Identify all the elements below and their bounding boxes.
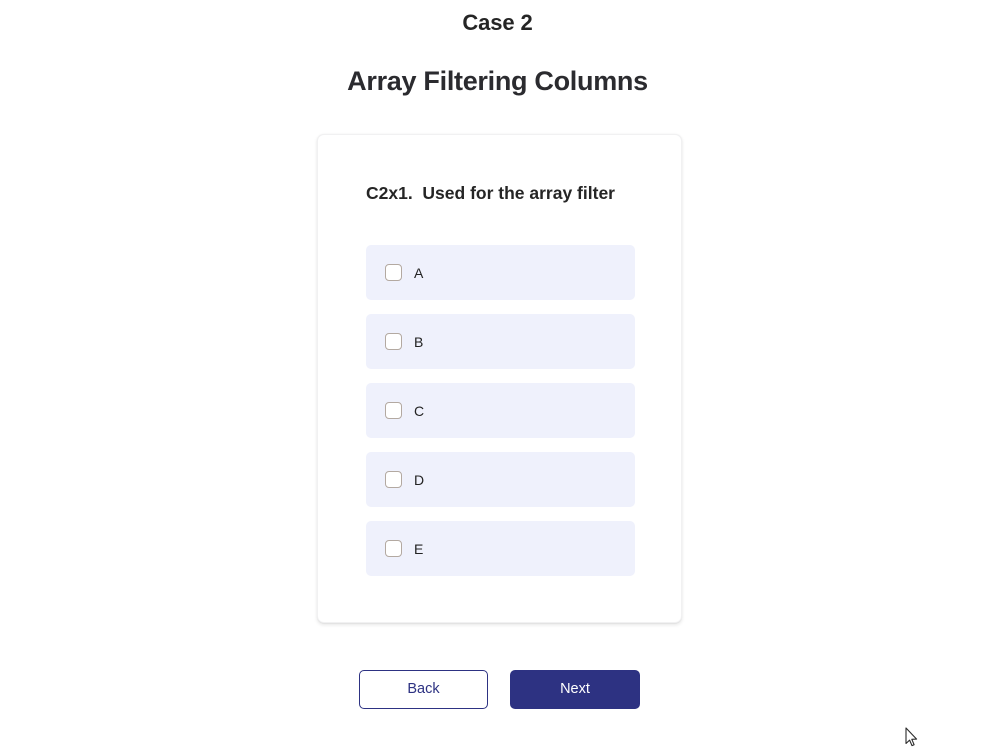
option-row-a[interactable]: A — [366, 245, 635, 300]
checkbox-icon[interactable] — [385, 471, 402, 488]
next-button[interactable]: Next — [510, 670, 640, 709]
option-row-e[interactable]: E — [366, 521, 635, 576]
options-list: A B C D E — [366, 245, 635, 576]
back-button[interactable]: Back — [359, 670, 488, 709]
option-row-d[interactable]: D — [366, 452, 635, 507]
option-row-c[interactable]: C — [366, 383, 635, 438]
option-label: C — [414, 402, 425, 419]
case-heading: Case 2 — [462, 10, 533, 35]
footer-actions: Back Next — [359, 670, 641, 709]
question-card: C2x1. Used for the array filter A B C D — [317, 134, 682, 623]
arrow-pointer-icon — [905, 727, 918, 747]
question-prompt: C2x1. Used for the array filter — [366, 183, 615, 203]
option-label: A — [414, 264, 424, 281]
checkbox-icon[interactable] — [385, 402, 402, 419]
checkbox-icon[interactable] — [385, 333, 402, 350]
page-title: Array Filtering Columns — [347, 66, 648, 96]
option-label: B — [414, 333, 424, 350]
option-label: E — [414, 540, 424, 557]
checkbox-icon[interactable] — [385, 540, 402, 557]
page-root: Case 2 Array Filtering Columns C2x1. Use… — [0, 0, 995, 747]
checkbox-icon[interactable] — [385, 264, 402, 281]
option-row-b[interactable]: B — [366, 314, 635, 369]
option-label: D — [414, 471, 425, 488]
